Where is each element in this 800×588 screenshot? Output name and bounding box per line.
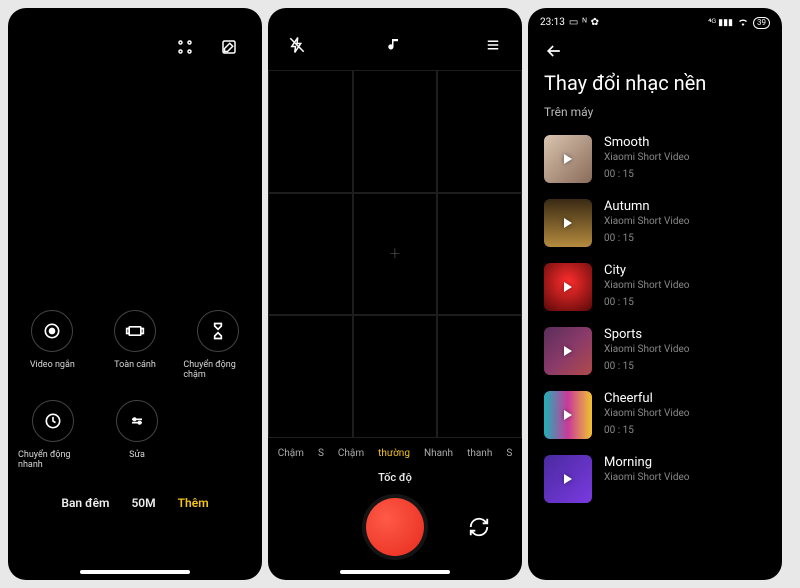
- section-label: Trên máy: [528, 99, 782, 127]
- track-info: Autumn Xiaomi Short Video 00 : 15: [604, 199, 690, 247]
- mode-settings[interactable]: Sửa: [102, 400, 172, 470]
- track-thumbnail: [544, 327, 592, 375]
- track-row[interactable]: City Xiaomi Short Video 00 : 15: [544, 255, 766, 319]
- track-info: Cheerful Xiaomi Short Video 00 : 15: [604, 391, 690, 439]
- edit-icon[interactable]: [218, 36, 240, 58]
- track-title: Cheerful: [604, 391, 690, 406]
- play-icon: [564, 410, 572, 420]
- play-icon: [564, 346, 572, 356]
- tab-thêm[interactable]: Thêm: [178, 496, 209, 510]
- topbar: [268, 8, 522, 62]
- mode-label: Toàn cánh: [114, 360, 156, 370]
- track-duration: 00 : 15: [604, 297, 690, 308]
- tab-50m[interactable]: 50M: [131, 496, 155, 510]
- track-title: Sports: [604, 327, 690, 342]
- mode-record[interactable]: Video ngắn: [18, 310, 87, 380]
- modes-grid: Video ngắn Toàn cánh Chuyển động chậm Chuy…: [8, 300, 262, 480]
- battery-indicator: 39: [753, 17, 770, 29]
- panorama-icon: [114, 310, 156, 352]
- home-indicator: [340, 570, 450, 574]
- track-thumbnail: [544, 263, 592, 311]
- speed-option[interactable]: thanh: [467, 448, 492, 459]
- grid-toggle-icon[interactable]: [174, 36, 196, 58]
- page-title: Thay đổi nhạc nền: [528, 65, 782, 99]
- shutter-row: [268, 492, 522, 570]
- signal-icon: ⁴ᴳ ▮▮▮: [708, 17, 733, 28]
- track-duration: 00 : 15: [604, 361, 690, 372]
- track-subtitle: Xiaomi Short Video: [604, 344, 690, 355]
- status-time: 23:13: [540, 17, 565, 28]
- switch-camera-icon[interactable]: [464, 512, 494, 542]
- back-icon[interactable]: [544, 41, 564, 61]
- track-title: Smooth: [604, 135, 690, 150]
- play-icon: [564, 282, 572, 292]
- short-video-record-screen: + Chậm S Chậm thường Nhanh thanh S Tốc độ: [268, 8, 522, 580]
- speed-selector[interactable]: Chậm S Chậm thường Nhanh thanh S: [268, 438, 522, 461]
- music-icon[interactable]: [384, 34, 406, 56]
- track-info: City Xiaomi Short Video 00 : 15: [604, 263, 690, 311]
- settings-icon: ✿: [591, 17, 599, 28]
- mode-label: Chuyển động chậm: [183, 360, 252, 380]
- track-row[interactable]: Autumn Xiaomi Short Video 00 : 15: [544, 191, 766, 255]
- menu-icon[interactable]: [482, 34, 504, 56]
- track-row[interactable]: Sports Xiaomi Short Video 00 : 15: [544, 319, 766, 383]
- speed-option[interactable]: S: [318, 448, 324, 459]
- flash-off-icon[interactable]: [286, 34, 308, 56]
- viewfinder[interactable]: +: [268, 70, 522, 438]
- record-button[interactable]: [366, 498, 424, 556]
- track-list: Smooth Xiaomi Short Video 00 : 15 Autumn Xia…: [528, 127, 782, 580]
- track-subtitle: Xiaomi Short Video: [604, 408, 690, 419]
- tab-ban đêm[interactable]: Ban đêm: [61, 496, 109, 510]
- play-icon: [564, 218, 572, 228]
- mode-timelapse[interactable]: Chuyển động nhanh: [18, 400, 88, 470]
- track-info: Morning Xiaomi Short Video: [604, 455, 690, 503]
- track-info: Sports Xiaomi Short Video 00 : 15: [604, 327, 690, 375]
- status-indicator-icon: ▭: [569, 17, 578, 28]
- speed-option[interactable]: Chậm: [338, 448, 364, 459]
- play-icon: [564, 154, 572, 164]
- track-row[interactable]: Smooth Xiaomi Short Video 00 : 15: [544, 127, 766, 191]
- mode-label: Sửa: [129, 450, 145, 460]
- camera-more-modes-screen: Video ngắn Toàn cánh Chuyển động chậm Chuy…: [8, 8, 262, 580]
- change-background-music-screen: 23:13 ▭ ᴺ ✿ ⁴ᴳ ▮▮▮ 39 Thay đổi nhạc nền …: [528, 8, 782, 580]
- track-subtitle: Xiaomi Short Video: [604, 152, 690, 163]
- speed-label: Tốc độ: [268, 461, 522, 492]
- hourglass-icon: [197, 310, 239, 352]
- mode-hourglass[interactable]: Chuyển động chậm: [183, 310, 252, 380]
- speed-option[interactable]: Nhanh: [424, 448, 453, 459]
- track-duration: 00 : 15: [604, 425, 690, 436]
- track-title: Morning: [604, 455, 690, 470]
- track-title: City: [604, 263, 690, 278]
- settings-icon: [116, 400, 158, 442]
- track-subtitle: Xiaomi Short Video: [604, 280, 690, 291]
- camera-tabs: Ban đêm 50M Thêm: [8, 480, 262, 522]
- track-thumbnail: [544, 199, 592, 247]
- topbar: [8, 8, 262, 58]
- record-icon: [31, 310, 73, 352]
- speed-option[interactable]: thường: [378, 448, 410, 459]
- track-duration: 00 : 15: [604, 169, 690, 180]
- speed-option[interactable]: S: [506, 448, 512, 459]
- track-row[interactable]: Morning Xiaomi Short Video: [544, 447, 766, 511]
- mode-panorama[interactable]: Toàn cánh: [101, 310, 170, 380]
- track-duration: 00 : 15: [604, 233, 690, 244]
- status-nfc-icon: ᴺ: [582, 17, 586, 28]
- track-subtitle: Xiaomi Short Video: [604, 216, 690, 227]
- mode-label: Video ngắn: [30, 360, 75, 370]
- mode-label: Chuyển động nhanh: [18, 450, 88, 470]
- timelapse-icon: [32, 400, 74, 442]
- track-subtitle: Xiaomi Short Video: [604, 472, 690, 483]
- track-row[interactable]: Cheerful Xiaomi Short Video 00 : 15: [544, 383, 766, 447]
- track-thumbnail: [544, 135, 592, 183]
- track-thumbnail: [544, 391, 592, 439]
- speed-option[interactable]: Chậm: [278, 448, 304, 459]
- focus-crosshair-icon: +: [390, 244, 400, 265]
- play-icon: [564, 474, 572, 484]
- status-bar: 23:13 ▭ ᴺ ✿ ⁴ᴳ ▮▮▮ 39: [528, 8, 782, 31]
- track-info: Smooth Xiaomi Short Video 00 : 15: [604, 135, 690, 183]
- track-title: Autumn: [604, 199, 690, 214]
- home-indicator: [80, 570, 190, 574]
- track-thumbnail: [544, 455, 592, 503]
- wifi-icon: [737, 16, 749, 29]
